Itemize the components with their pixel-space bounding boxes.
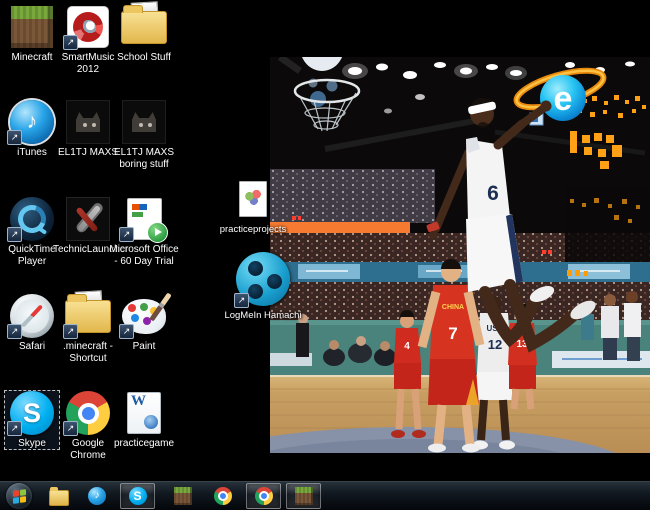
desktop-icon-itunes[interactable]: iTunes: [4, 99, 60, 159]
shortcut-arrow-icon: [7, 421, 22, 436]
basketball-dunk-image: e 4 USA 12: [270, 57, 650, 453]
desktop-icon-skype[interactable]: Skype: [4, 390, 60, 450]
desktop: e 4 USA 12: [0, 0, 650, 510]
itunes-icon: [88, 487, 106, 505]
icon-label: LogMeIn Hamachi: [223, 310, 303, 321]
icon-label: Microsoft Office - 60 Day Trial: [109, 244, 179, 268]
word-document-icon: [127, 392, 161, 434]
desktop-icon-practiceprojects[interactable]: practiceprojects: [222, 176, 284, 235]
windows-flag-icon: [13, 489, 26, 504]
minecraft-grass-block-icon: [174, 487, 192, 505]
minecraft-grass-block-icon: [11, 6, 53, 48]
icon-label: Paint: [109, 341, 179, 353]
desktop-icon-safari[interactable]: Safari: [4, 293, 60, 353]
taskbar: [0, 481, 650, 510]
explorer-folder-icon: [49, 490, 69, 506]
cat-thumbnail-icon: [122, 100, 166, 144]
svg-text:CHINA: CHINA: [442, 304, 464, 311]
taskbar-item-minecraft[interactable]: [169, 484, 197, 508]
desktop-icon-smartmusic[interactable]: SmartMusic 2012: [60, 4, 116, 76]
desktop-icon-office-trial[interactable]: Microsoft Office - 60 Day Trial: [116, 196, 172, 268]
svg-text:4: 4: [404, 341, 410, 352]
shortcut-arrow-icon: [63, 35, 78, 50]
taskbar-item-chrome[interactable]: [209, 484, 237, 508]
svg-text:6: 6: [487, 182, 499, 205]
desktop-icon-elitj-maxs[interactable]: EL1TJ MAXS: [60, 99, 116, 159]
taskbar-item-skype[interactable]: [120, 483, 155, 509]
shortcut-arrow-icon: [119, 324, 134, 339]
shortcut-arrow-icon: [7, 324, 22, 339]
shortcut-arrow-icon: [7, 130, 22, 145]
start-button[interactable]: [6, 483, 32, 509]
minecraft-grass-block-icon: [295, 487, 313, 505]
shortcut-arrow-icon: [234, 293, 249, 308]
desktop-icon-google-chrome[interactable]: Google Chrome: [60, 390, 116, 462]
taskbar-item-itunes[interactable]: [83, 484, 111, 508]
desktop-icon-quicktime[interactable]: QuickTime Player: [4, 196, 60, 268]
shortcut-arrow-icon: [63, 421, 78, 436]
icon-label: School Stuff: [109, 52, 179, 64]
taskbar-item-minecraft-window[interactable]: [286, 483, 321, 509]
skype-icon: [129, 487, 147, 505]
wrenches-icon: [66, 197, 110, 241]
ie-letter-e: e: [554, 80, 573, 118]
desktop-icon-practicegame[interactable]: practicegame: [116, 390, 172, 450]
chrome-icon: [255, 487, 273, 505]
chrome-icon: [214, 487, 232, 505]
wallpaper-photo: e 4 USA 12: [270, 57, 650, 453]
shortcut-arrow-icon: [7, 227, 22, 242]
icon-label: practiceprojects: [215, 224, 291, 235]
desktop-icon-minecraft-shortcut[interactable]: .minecraft - Shortcut: [60, 293, 116, 365]
desktop-icon-minecraft[interactable]: Minecraft: [4, 4, 60, 64]
icon-label: practicegame: [109, 438, 179, 450]
svg-text:12: 12: [488, 337, 502, 352]
shortcut-arrow-icon: [119, 227, 134, 242]
cat-thumbnail-icon: [66, 100, 110, 144]
folder-icon: [121, 11, 167, 44]
svg-text:7: 7: [448, 324, 457, 343]
desktop-icon-school-stuff[interactable]: School Stuff: [116, 4, 172, 64]
project-document-icon: [239, 181, 267, 217]
taskbar-item-explorer[interactable]: [45, 484, 73, 508]
desktop-icon-techniclauncher[interactable]: TechnicLauncher: [60, 196, 116, 256]
icon-label: EL1TJ MAXS boring stuff: [109, 147, 179, 171]
desktop-icon-elitj-maxs-boring[interactable]: EL1TJ MAXS boring stuff: [116, 99, 172, 171]
green-play-badge-icon: [147, 222, 168, 243]
taskbar-item-chrome-window[interactable]: [246, 483, 281, 509]
shortcut-arrow-icon: [63, 324, 78, 339]
desktop-icon-logmein-hamachi[interactable]: LogMeIn Hamachi: [230, 250, 296, 321]
desktop-icon-paint[interactable]: Paint: [116, 293, 172, 353]
